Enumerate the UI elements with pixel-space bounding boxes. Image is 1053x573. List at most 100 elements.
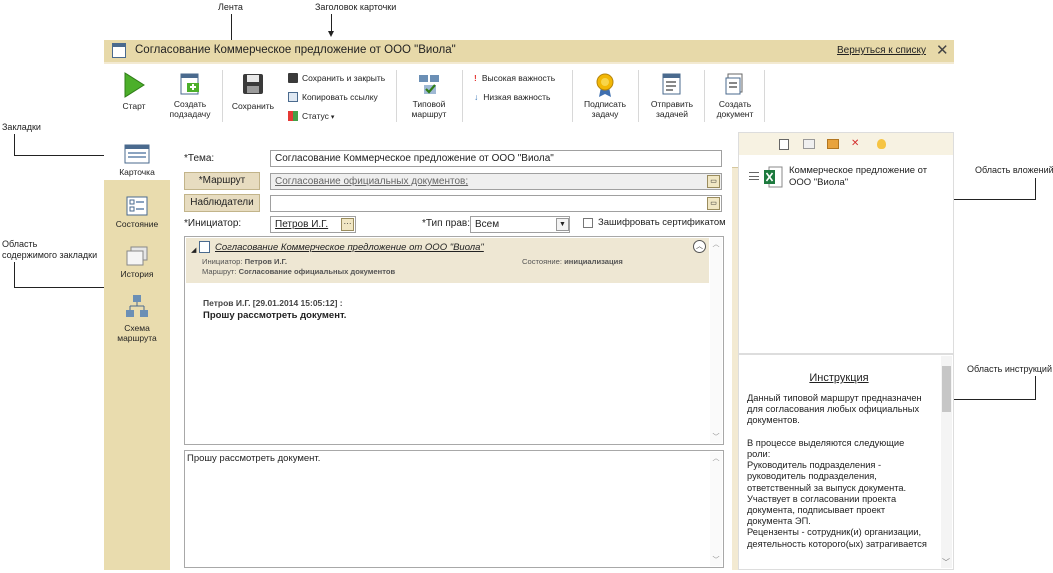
- annotation-line: [14, 262, 15, 287]
- history-state-value: инициализация: [564, 257, 623, 266]
- annotation-attachments: Область вложений: [975, 165, 1053, 175]
- route-field[interactable]: Согласование официальных документов;: [270, 173, 722, 190]
- annotation-instructions: Область инструкций: [967, 364, 1052, 374]
- instruction-line: Участвует в согласовании проекта: [747, 493, 897, 504]
- encrypt-checkbox[interactable]: [583, 218, 593, 228]
- high-importance-label: Высокая важность: [481, 73, 556, 83]
- tab-route-scheme[interactable]: Схема маршрута: [104, 294, 170, 343]
- rights-type-label: *Тип прав:: [422, 218, 470, 229]
- start-button-label: Старт: [122, 101, 146, 111]
- annotation-card-title: Заголовок карточки: [315, 2, 397, 12]
- reply-text: Прошу рассмотреть документ.: [187, 453, 321, 464]
- folder-icon[interactable]: [827, 139, 839, 149]
- scroll-down-icon[interactable]: ﹀: [710, 432, 722, 442]
- scroll-down-icon[interactable]: ﹀: [942, 557, 950, 568]
- reply-scrollbar[interactable]: ︿ ﹀: [710, 452, 722, 566]
- collapse-up-icon[interactable]: ︿: [693, 240, 706, 253]
- tab-state[interactable]: Состояние: [104, 196, 170, 229]
- lightbulb-icon[interactable]: [877, 139, 886, 149]
- ribbon-separator: [764, 70, 765, 122]
- send-task-label-2: задачей: [655, 108, 689, 119]
- send-task-icon: [660, 72, 684, 96]
- exclamation-icon: !: [474, 73, 477, 83]
- initiator-picker-button[interactable]: ···: [341, 218, 354, 231]
- instruction-line: документа ЭП.: [747, 516, 811, 527]
- bookmark-content-area: *Тема: Согласование Коммерческое предлож…: [170, 132, 732, 570]
- initiator-value: Петров И.Г.: [275, 219, 329, 230]
- scroll-up-icon[interactable]: ︿: [710, 453, 722, 463]
- back-to-list-link[interactable]: Вернуться к списку: [837, 45, 926, 56]
- annotation-line: [1035, 376, 1036, 399]
- annotation-arrow: [328, 31, 334, 37]
- sign-task-button[interactable]: Подписать задачу: [578, 72, 632, 119]
- play-icon: [122, 72, 146, 98]
- attachment-item[interactable]: Коммерческое предложение от ООО "Виола": [747, 165, 947, 195]
- observers-picker-icon[interactable]: ▭: [707, 197, 720, 210]
- create-subtask-icon: [178, 72, 202, 96]
- ribbon-separator: [222, 70, 223, 122]
- collapse-triangle-icon[interactable]: ◢: [191, 246, 196, 254]
- save-close-label: Сохранить и закрыть: [302, 73, 386, 83]
- create-subtask-button[interactable]: Создать подзадачу: [164, 72, 216, 119]
- instruction-line: Рецензенты - сотрудник(и) организации,: [747, 527, 922, 538]
- start-button[interactable]: Старт: [112, 72, 156, 112]
- typical-route-button[interactable]: Типовой маршрут: [402, 72, 456, 119]
- delete-file-icon[interactable]: ✕: [851, 138, 859, 149]
- history-state: Состояние: инициализация: [522, 257, 623, 266]
- topic-field[interactable]: Согласование Коммерческое предложение от…: [270, 150, 722, 167]
- status-icon: [288, 111, 298, 121]
- history-title-link[interactable]: Согласование Коммерческое предложение от…: [215, 242, 484, 253]
- state-icon: [124, 196, 150, 216]
- copy-link-button[interactable]: Копировать ссылку: [288, 92, 378, 102]
- tab-card[interactable]: Карточка: [104, 144, 170, 177]
- low-importance-button[interactable]: ↓ Низкая важность: [474, 92, 550, 102]
- status-label: Статус: [302, 111, 329, 121]
- annotation-lenta: Лента: [218, 2, 243, 12]
- topic-label: *Тема:: [184, 153, 215, 164]
- route-picker-icon[interactable]: ▭: [707, 175, 720, 188]
- route-button[interactable]: *Маршрут: [184, 172, 260, 190]
- high-importance-button[interactable]: ! Высокая важность: [474, 73, 555, 83]
- attachment-name-1: Коммерческое предложение от: [789, 165, 928, 176]
- instruction-line: документа, подписывает проект: [747, 505, 886, 516]
- close-icon[interactable]: ✕: [936, 41, 949, 59]
- history-route-key: Маршрут:: [202, 267, 237, 276]
- ribbon-separator: [396, 70, 397, 122]
- observers-button[interactable]: Наблюдатели: [184, 194, 260, 212]
- new-file-icon[interactable]: [779, 139, 789, 150]
- card-title: Согласование Коммерческое предложение от…: [135, 44, 456, 56]
- status-dropdown[interactable]: Статус ▾: [288, 111, 334, 121]
- observers-field[interactable]: [270, 195, 722, 212]
- tab-history[interactable]: История: [104, 246, 170, 279]
- history-icon: [124, 246, 150, 266]
- send-task-button[interactable]: Отправить задачей: [644, 72, 700, 119]
- history-initiator: Инициатор: Петров И.Г.: [202, 257, 287, 266]
- chevron-down-icon[interactable]: ▼: [556, 218, 569, 231]
- comment-text: Прошу рассмотреть документ.: [203, 310, 347, 321]
- create-document-button[interactable]: Создать документ: [708, 72, 762, 119]
- reply-textarea[interactable]: Прошу рассмотреть документ. ︿ ﹀: [184, 450, 724, 568]
- save-button[interactable]: Сохранить: [228, 72, 278, 112]
- attachments-toolbar: ✕: [739, 133, 953, 155]
- annotation-line: [331, 14, 332, 32]
- instruction-scrollbar[interactable]: ﹀: [941, 356, 952, 568]
- history-scrollbar[interactable]: ︿ ﹀: [710, 238, 722, 443]
- annotation-bookmarks: Закладки: [2, 122, 41, 132]
- create-document-label-2: документ: [716, 108, 754, 119]
- scroll-up-icon[interactable]: ︿: [710, 239, 722, 249]
- arrow-down-icon: ↓: [474, 92, 479, 102]
- attachments-pane: ✕ Коммерческое предложение от ООО "Виола…: [738, 132, 954, 354]
- save-label: Сохранить: [231, 101, 275, 111]
- route-value: Согласование официальных документов;: [275, 176, 469, 187]
- annotation-line: [1035, 178, 1036, 199]
- save-close-button[interactable]: Сохранить и закрыть: [288, 73, 385, 83]
- scan-icon[interactable]: [803, 139, 815, 149]
- annotation-line: [14, 134, 15, 155]
- rights-type-select[interactable]: Всем: [470, 216, 570, 233]
- scroll-down-icon[interactable]: ﹀: [710, 555, 722, 565]
- instructions-pane: Инструкция Данный типовой маршрут предна…: [738, 354, 954, 570]
- card-task-icon: [112, 43, 126, 58]
- excel-icon: [763, 166, 783, 188]
- scroll-thumb[interactable]: [942, 366, 951, 412]
- save-icon: [241, 72, 265, 96]
